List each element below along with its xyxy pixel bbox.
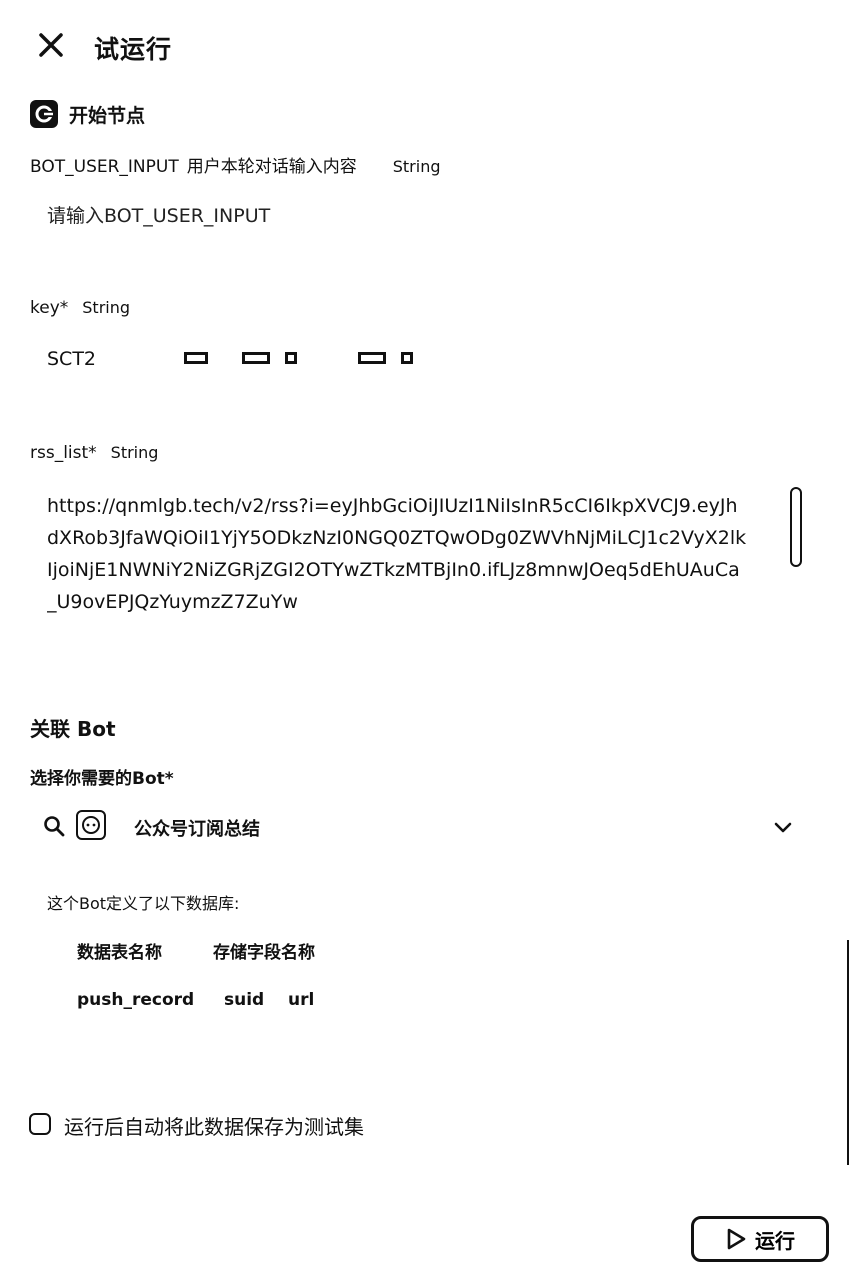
start-node-title: 开始节点	[69, 105, 146, 127]
field-type: String	[82, 298, 131, 317]
rss-list-label: rss_list* String	[30, 443, 158, 463]
field-description: 用户本轮对话输入内容	[186, 157, 357, 177]
bot-user-input-field[interactable]	[47, 202, 767, 230]
chevron-down-icon	[774, 822, 792, 833]
bot-select-dropdown[interactable]: 公众号订阅总结	[40, 808, 800, 844]
rss-list-field[interactable]: https://qnmlgb.tech/v2/rss?i=eyJhbGciOiJ…	[47, 490, 747, 660]
database-intro: 这个Bot定义了以下数据库:	[47, 894, 240, 913]
table-header-name: 数据表名称	[77, 943, 162, 963]
run-button[interactable]: 运行	[691, 1216, 829, 1262]
search-icon	[44, 816, 65, 837]
key-field[interactable]: SCT2	[47, 348, 447, 372]
related-bot-title: 关联 Bot	[30, 717, 116, 741]
bot-avatar-icon	[76, 810, 106, 840]
redaction-mask	[184, 352, 208, 364]
start-node-icon	[30, 100, 58, 128]
field-type: String	[110, 443, 159, 462]
test-run-panel: 试运行 开始节点 BOT_USER_INPUT 用户本轮对话输入内容 String …	[0, 0, 850, 1280]
redaction-mask	[401, 352, 413, 364]
bot-user-input-label: BOT_USER_INPUT 用户本轮对话输入内容 String	[30, 152, 440, 177]
redaction-mask	[285, 352, 297, 364]
play-icon	[727, 1228, 746, 1250]
table-cell-field: url	[288, 990, 315, 1010]
rss-scrollbar-thumb[interactable]	[790, 487, 802, 567]
table-cell-name: push_record	[77, 990, 195, 1010]
save-as-testset-label[interactable]: 运行后自动将此数据保存为测试集	[64, 1111, 364, 1140]
table-cell-field: suid	[224, 990, 265, 1010]
field-clip-edge	[40, 650, 760, 664]
field-name: key*	[30, 298, 69, 318]
run-button-label: 运行	[755, 1228, 795, 1253]
panel-title: 试运行	[94, 35, 173, 64]
panel-edge	[847, 940, 849, 1165]
key-value-prefix: SCT2	[47, 348, 97, 370]
select-bot-label: 选择你需要的Bot*	[30, 769, 174, 789]
key-label: key* String	[30, 298, 130, 318]
field-type: String	[392, 157, 441, 176]
save-as-testset-checkbox[interactable]	[29, 1113, 51, 1135]
field-name: BOT_USER_INPUT	[30, 157, 179, 177]
table-header-fields: 存储字段名称	[213, 943, 315, 963]
selected-bot-name: 公众号订阅总结	[134, 819, 260, 840]
field-name: rss_list*	[30, 443, 97, 463]
redaction-mask	[242, 352, 270, 364]
close-icon[interactable]	[34, 28, 68, 62]
redaction-mask	[358, 352, 386, 364]
